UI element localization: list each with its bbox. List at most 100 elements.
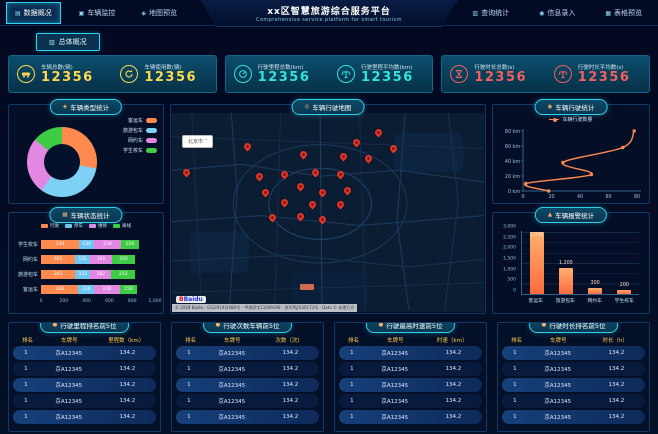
donut-legend-item[interactable]: 客运车 [123,117,157,124]
map-canvas[interactable]: 北京市 ˅ BBaidu © 2018 Baidu - GS(2019)2080… [172,113,484,312]
monitor-icon: ▣ [78,9,85,17]
table-cell: 京A12345 [55,367,83,373]
table-cell: 京A12345 [544,367,572,373]
baidu-logo-text: Baidu [183,296,203,303]
table-row: 1 京A12345 134.2 [502,362,645,376]
status-legend-swatch [113,224,120,228]
tab-info-entry[interactable]: ◉ 信息录入 [531,3,583,23]
table-row: 1 京A12345 134.2 [176,362,319,376]
table-column-header: 里程数（km） [108,338,145,344]
status-segment: 132 [75,270,91,279]
line-legend[interactable]: 车辆行驶数量 [493,116,649,123]
svg-text:40: 40 [577,194,583,200]
table-title-text: 行驶里程排名前5位 [60,322,117,330]
alarm-category-label: 网约车 [587,299,602,304]
tab-label: 车辆监控 [87,9,116,17]
status-row: 旅游包车 302 132 182 212 [13,267,155,282]
status-legend-item[interactable]: 维修 [89,223,107,229]
tab-vehicle-monitor[interactable]: ▣ 车辆监控 [71,2,124,24]
table-cell: 京A12345 [218,351,246,357]
table-body: 1 京A12345 134.2 1 京A12345 134.2 1 京A12345 134.2 1… [498,346,649,424]
city-selector[interactable]: 北京市 ˅ [182,135,214,148]
status-legend-label: 停车 [74,224,83,229]
status-x-tick: 200 [59,299,69,304]
table-row: 1 京A12345 134.2 [13,362,156,376]
overview-button[interactable]: ▥ 总体概况 [36,33,100,51]
dot-icon: ● [215,322,221,328]
status-x-tick: 400 [82,299,91,304]
status-legend-item[interactable]: 停车 [65,223,83,229]
status-legend-item[interactable]: 行驶 [41,223,59,229]
table-cell: 京A12345 [544,415,572,421]
status-x-tick: 0 [39,299,43,304]
dot-icon: ● [52,322,58,328]
table-column-header: 车牌号 [223,338,241,344]
alarm-category-label: 学生校车 [614,299,634,304]
table-row: 1 京A12345 134.2 [13,346,156,360]
alarm-categories: 客运车 旅游包车 网约车 学生校车 [521,297,639,304]
table-cell: 京A12345 [381,351,409,357]
table-cell: 134.2 [119,350,136,356]
svg-text:20: 20 [548,194,554,200]
vehicle-type-icon: ◈ [62,104,68,110]
table-header: 排名 车牌号 次数（次） [172,336,323,344]
table-row: 1 京A12345 134.2 [176,410,319,424]
alarm-y-tick: 3,000 [503,224,516,230]
status-category-label: 网约车 [22,257,38,263]
table-cell: 134.2 [445,382,462,388]
alarm-y-tick: 0 [513,288,516,294]
table-cell: 1 [513,398,517,404]
panel-vehicle-type: ◈ 车辆类型统计 客运车 旅游包车 网约车 学生校车 [8,99,164,204]
status-track: 302 132 182 212 [41,270,155,279]
table-cell: 134.2 [282,350,299,356]
dashboard-root: ▤ 数据概况 ▣ 车辆监控 ◈ 地图预览 xx区智慧旅游综合服务平台 Compr… [0,0,658,434]
tab-label: 信息录入 [547,9,576,17]
table-cell: 1 [513,414,517,420]
line-chart: 0 km 20 km 40 km 60 km 80 km 0 20 40 60 80 [499,125,645,205]
status-legend-item[interactable]: 离线 [113,223,131,229]
stat-card: 行驶里程平均数(km) 12356 [329,56,432,92]
tab-data-overview[interactable]: ▤ 数据概况 [6,2,61,24]
table-cell: 1 [187,414,191,420]
table-trips-ranking: ● 行驶次数车辆前5位 排名 车牌号 次数（次） 1 京A12345 134.2 1 京A1… [171,322,324,432]
alarm-y-axis: 0 500 1,000 1,500 2,000 2,500 3,000 [495,224,519,294]
table-cell: 134.2 [445,366,462,372]
table-title-text: 行驶最高时速前5位 [386,322,443,330]
donut-legend-item[interactable]: 学生校车 [123,147,157,154]
stat-card: 行驶时长平均数(s) 12356 [546,56,649,92]
svg-text:0 km: 0 km [508,189,520,195]
stat-card: 行驶时长总数(s) 12356 [442,56,545,92]
donut-legend-item[interactable]: 网约车 [123,137,157,144]
table-column-header: 排名 [348,338,360,344]
table-cell: 京A12345 [381,367,409,373]
table-duration-ranking: ● 行驶时长排名前5位 排名 车牌号 时长（h） 1 京A12345 134.2 1 京A1… [497,322,650,432]
table-cell: 京A12345 [55,351,83,357]
baidu-logo[interactable]: BBaidu [176,296,206,303]
donut-legend-swatch [146,148,157,153]
table-cell: 1 [24,366,28,372]
table-cell: 京A12345 [218,399,246,405]
driving-stats-icon: ◉ [547,104,553,110]
status-segment: 212 [111,270,136,279]
panel-driving-map: ◎ 车辆行驶地图 北京市 ˅ BBaidu © 2018 Baidu - GS(… [170,99,486,314]
table-cell: 1 [24,382,28,388]
status-track: 301 131 191 205 [41,255,155,264]
table-cell: 134.2 [282,382,299,388]
status-category-label: 学生校车 [17,242,38,248]
table-title-mileage: ● 行驶里程排名前5位 [39,322,130,333]
table-cell: 134.2 [608,350,625,356]
tab-label: 地图预览 [148,9,177,17]
tab-query-stats[interactable]: ▥ 查询统计 [464,3,517,23]
table-title-text: 行驶时长排名前5位 [549,322,606,330]
status-segment: 191 [90,255,112,264]
tab-map-preview[interactable]: ◈ 地图预览 [133,2,185,24]
status-row: 学生校车 334 134 234 154 [13,237,155,252]
table-cell: 京A12345 [544,383,572,389]
stat-value: 12356 [257,69,311,85]
panel-title-text: 车辆行驶地图 [312,104,352,112]
table-column-header: 车牌号 [549,338,567,344]
tab-table-preview[interactable]: ▦ 表格预览 [597,3,650,23]
table-column-header: 时速（km） [436,338,468,344]
status-segment: 228 [93,285,120,294]
donut-legend-item[interactable]: 旅游包车 [123,127,157,134]
